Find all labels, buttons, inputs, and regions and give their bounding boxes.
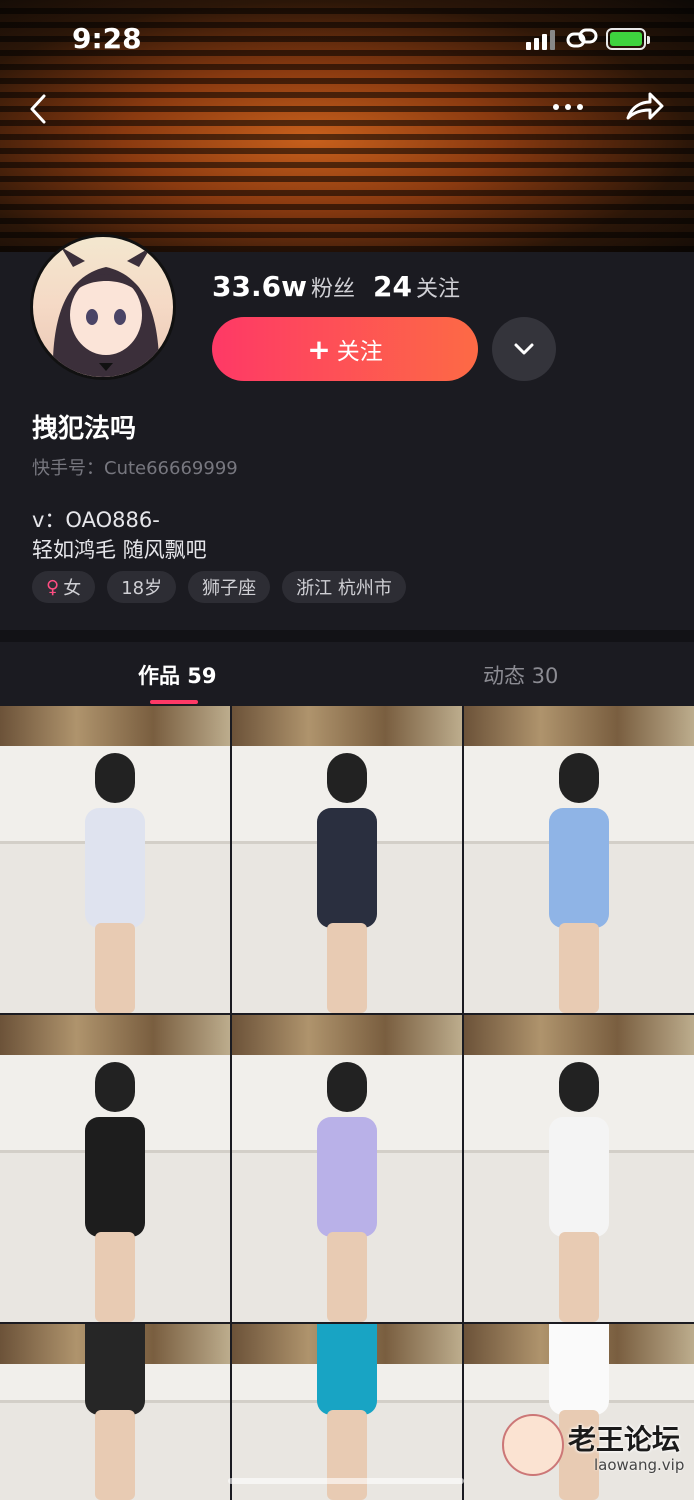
following-count: 24 xyxy=(373,270,412,303)
profile-uid[interactable]: 快手号：Cute66669999 xyxy=(32,454,238,480)
battery-icon xyxy=(606,28,650,50)
status-bar: 9:28 xyxy=(0,0,694,80)
link-icon xyxy=(566,28,598,48)
video-thumbnail[interactable] xyxy=(0,1015,230,1322)
profile-bio-line1: v：OAO886- xyxy=(32,508,160,532)
tag-zodiac: 狮子座 xyxy=(188,571,271,603)
works-grid xyxy=(0,706,694,1500)
watermark-url: laowang.vip xyxy=(594,1456,685,1474)
followers-count: 33.6w xyxy=(212,270,307,303)
signal-icon xyxy=(526,30,555,50)
plus-icon: + xyxy=(307,332,331,366)
following-stat[interactable]: 24 关注 xyxy=(373,270,460,303)
chevron-down-icon xyxy=(514,343,534,355)
profile-name: 拽犯法吗 xyxy=(32,414,137,444)
following-label: 关注 xyxy=(415,277,460,302)
content-tabs: 作品 59 动态 30 xyxy=(0,642,694,706)
profile-bio-line2: 轻如鸿毛 随风飘吧 xyxy=(32,538,207,562)
back-icon[interactable] xyxy=(26,92,52,126)
more-profile-button[interactable] xyxy=(492,317,556,381)
tab-works[interactable]: 作品 59 xyxy=(138,660,217,690)
watermark: 老王论坛 laowang.vip xyxy=(502,1412,692,1484)
female-icon: ♀ xyxy=(46,576,60,598)
more-options-icon[interactable] xyxy=(548,94,588,120)
video-thumbnail[interactable] xyxy=(464,706,694,1013)
tag-gender: ♀ 女 xyxy=(32,571,96,603)
watermark-title: 老王论坛 xyxy=(568,1423,681,1456)
video-thumbnail[interactable] xyxy=(232,1015,462,1322)
watermark-logo-icon xyxy=(502,1414,564,1476)
video-thumbnail[interactable] xyxy=(0,1324,230,1500)
video-thumbnail[interactable] xyxy=(232,1324,462,1500)
video-thumbnail[interactable] xyxy=(464,1015,694,1322)
avatar-illustration xyxy=(52,247,160,377)
followers-stat[interactable]: 33.6w 粉丝 xyxy=(212,270,355,303)
tag-gender-label: 女 xyxy=(63,578,82,599)
share-icon[interactable] xyxy=(624,88,666,126)
follow-button-label: 关注 xyxy=(336,339,383,365)
video-thumbnail[interactable] xyxy=(232,706,462,1013)
tag-location: 浙江 杭州市 xyxy=(282,571,406,603)
status-time: 9:28 xyxy=(72,22,142,55)
active-tab-indicator xyxy=(150,700,198,704)
follow-button[interactable]: + 关注 xyxy=(212,317,478,381)
tab-moments[interactable]: 动态 30 xyxy=(483,660,558,690)
profile-tags: ♀ 女 18岁 狮子座 浙江 杭州市 xyxy=(32,571,406,603)
avatar[interactable] xyxy=(30,234,176,380)
followers-label: 粉丝 xyxy=(310,277,355,302)
section-divider xyxy=(0,630,694,642)
video-thumbnail[interactable] xyxy=(0,706,230,1013)
tag-age: 18岁 xyxy=(107,571,177,603)
home-indicator xyxy=(228,1478,464,1484)
